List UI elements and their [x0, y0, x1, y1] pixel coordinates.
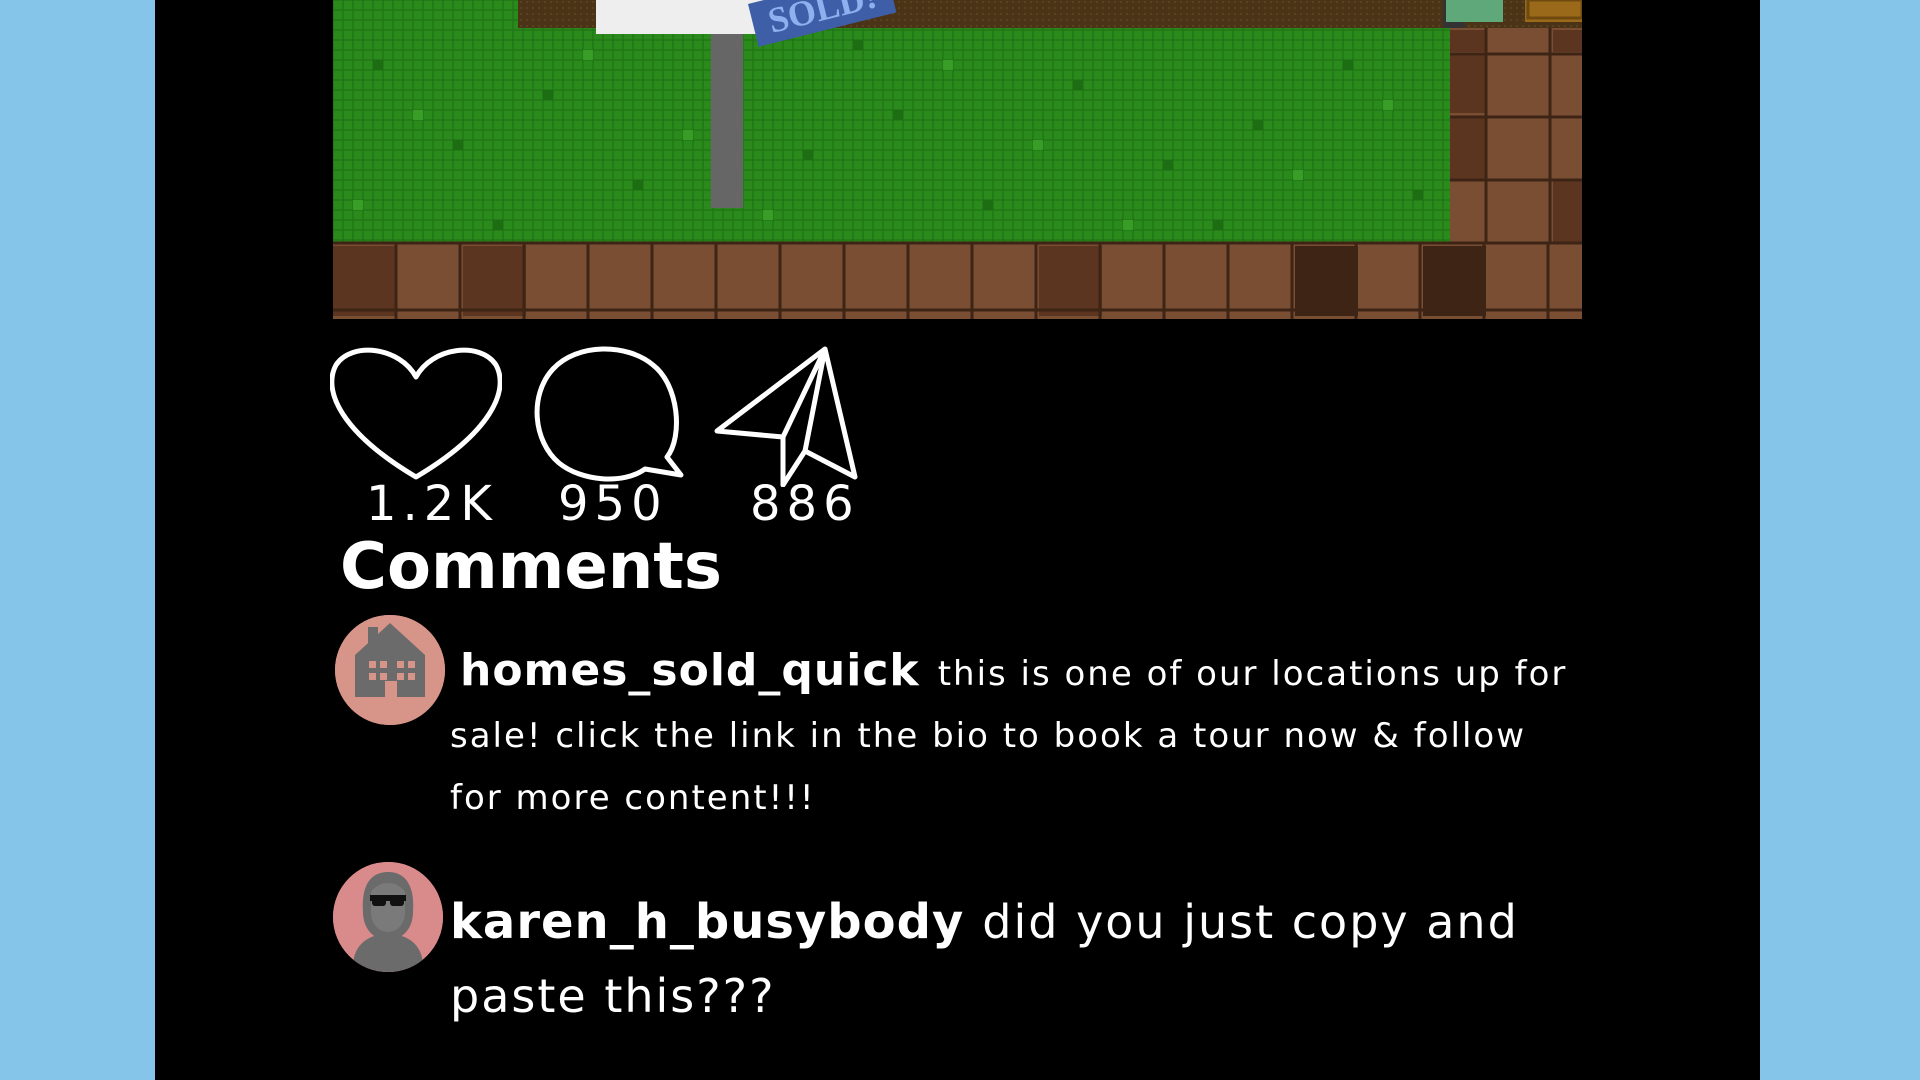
- likes-count: 1.2K: [366, 476, 498, 532]
- woman-sunglasses-icon: [333, 862, 443, 972]
- shares-count: 886: [750, 476, 860, 532]
- comment-username[interactable]: homes_sold_quick: [460, 645, 920, 696]
- comment-item: homes_sold_quick this is one of our locat…: [450, 640, 1580, 829]
- share-button[interactable]: [713, 345, 859, 491]
- comment-item: karen_h_busybody did you just copy and pa…: [450, 885, 1580, 1033]
- avatar-karen-h-busybody[interactable]: [333, 862, 443, 972]
- comment-button[interactable]: [533, 345, 685, 489]
- house-icon: [335, 615, 445, 725]
- like-button[interactable]: [329, 345, 503, 484]
- heart-icon: [329, 347, 503, 480]
- speech-bubble-icon: [534, 346, 684, 482]
- yard-scene: SOLD!: [333, 0, 1582, 319]
- avatar-homes-sold-quick[interactable]: [335, 615, 445, 725]
- paper-plane-icon: [714, 346, 858, 488]
- game-screen: SOLD! 1.2K 950 886 Comments homes_sold_q…: [0, 0, 1920, 1080]
- comments-heading: Comments: [340, 530, 722, 604]
- comment-username[interactable]: karen_h_busybody: [450, 894, 964, 950]
- post-image[interactable]: SOLD!: [333, 0, 1582, 319]
- comments-count: 950: [558, 476, 668, 532]
